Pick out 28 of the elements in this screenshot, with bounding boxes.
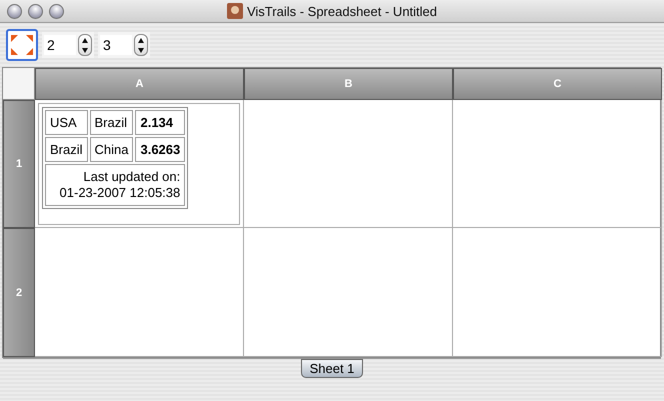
table-cell: 2.134 [135,110,186,135]
footer-text: 01-23-2007 12:05:38 [58,185,180,201]
column-header[interactable]: B [244,68,453,100]
up-arrow-icon [82,38,88,42]
column-header[interactable]: A [35,68,244,100]
fullscreen-button[interactable] [6,29,38,61]
window-button[interactable] [49,4,64,18]
down-arrow-icon [138,48,144,52]
window-button[interactable] [28,4,43,18]
window-button[interactable] [7,4,22,18]
row-header[interactable]: 2 [3,228,35,357]
column-header[interactable]: C [453,68,662,100]
columns-field[interactable]: 3 [100,35,132,55]
sheet-tab[interactable]: Sheet 1 [300,359,364,378]
table-cell: Brazil [45,137,88,162]
up-arrow-icon [138,38,144,42]
table-cell: Brazil [90,110,134,135]
row-header[interactable]: 1 [3,100,35,228]
window-title: VisTrails - Spreadsheet - Untitled [246,4,438,18]
table-cell: 3.6263 [135,137,186,162]
table-cell: China [90,137,134,162]
footer-text: Last updated on: [82,169,180,185]
rows-field[interactable]: 2 [44,35,76,55]
down-arrow-icon [82,48,88,52]
stepper-button[interactable] [134,34,148,56]
stepper-button[interactable] [78,34,92,56]
app-icon [226,3,243,19]
table-cell: USA [45,110,88,135]
